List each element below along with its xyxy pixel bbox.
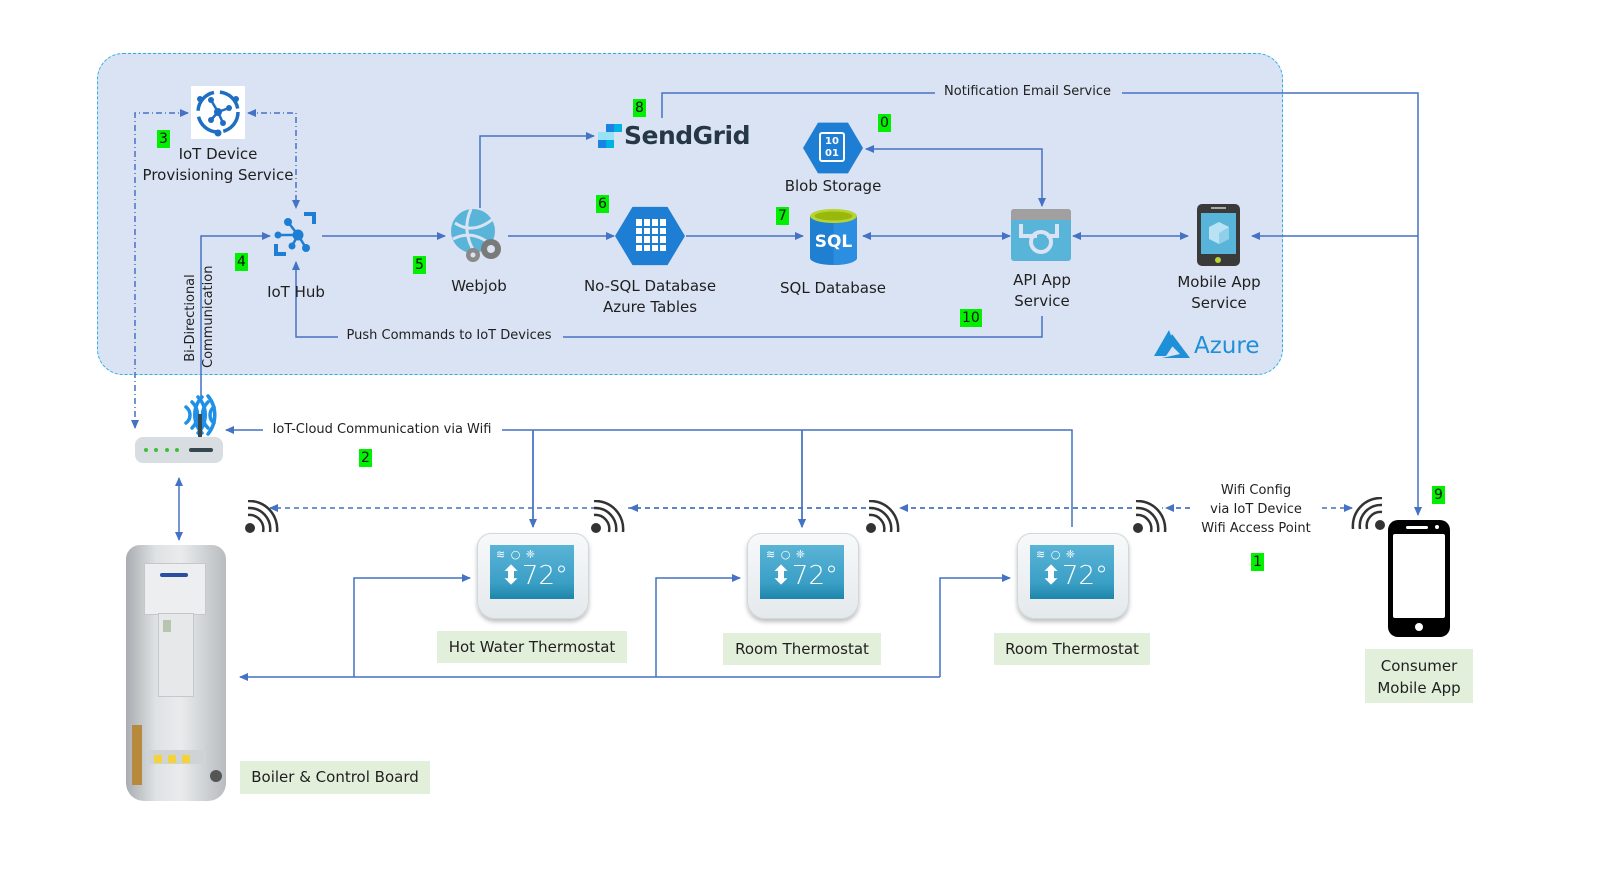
consumer-phone-icon[interactable] bbox=[1388, 520, 1450, 637]
room-thermostat-device-1[interactable]: ≋ ○ ❈ ⬍72° bbox=[747, 533, 859, 619]
mobile-app-service-label: Mobile App Service bbox=[1177, 273, 1261, 312]
wifi-config-label: Wifi Config via IoT Device Wifi Access P… bbox=[1201, 483, 1311, 536]
step-badge-9: 9 bbox=[1432, 486, 1445, 504]
sql-glyph: SQL bbox=[815, 232, 853, 252]
webjob-label: Webjob bbox=[451, 277, 507, 295]
iot-cloud-to-thermostats-line bbox=[502, 429, 1073, 527]
mobile-app-service-icon[interactable] bbox=[1197, 204, 1240, 266]
step-badge-1: 1 bbox=[1251, 553, 1264, 571]
boiler-image[interactable] bbox=[126, 545, 226, 801]
step-badge-10: 10 bbox=[960, 309, 982, 327]
dps-label: IoT Device Provisioning Service bbox=[142, 145, 294, 184]
thermostat-screen: ≋ ○ ❈ ⬍72° bbox=[760, 545, 844, 599]
push-commands-label: Push Commands to IoT Devices bbox=[346, 328, 552, 343]
iot-hub-label: IoT Hub bbox=[267, 283, 325, 301]
hot-water-thermostat-device[interactable]: ≋ ○ ❈ ⬍72° bbox=[477, 533, 589, 619]
api-app-icon[interactable] bbox=[1011, 209, 1071, 261]
sql-database-label: SQL Database bbox=[779, 279, 887, 297]
thermostat-mode-icons: ≋ ○ ❈ bbox=[1036, 548, 1077, 561]
webjob-icon[interactable] bbox=[447, 205, 509, 267]
thermostat-temperature: ⬍72° bbox=[500, 561, 568, 591]
step-badge-5: 5 bbox=[413, 256, 426, 274]
api-app-label: API App Service bbox=[1013, 271, 1071, 310]
step-badge-8: 8 bbox=[633, 99, 646, 117]
dps-icon[interactable] bbox=[191, 86, 245, 139]
wifi-signal-icon bbox=[1131, 499, 1167, 540]
iot-hub-icon[interactable] bbox=[270, 208, 322, 260]
nosql-label: No-SQL Database Azure Tables bbox=[583, 277, 717, 316]
step-badge-2: 2 bbox=[359, 449, 372, 467]
azure-brand-label: Azure bbox=[1194, 333, 1260, 359]
thermostat-temperature: ⬍72° bbox=[1040, 561, 1108, 591]
blob-file-glyph: 10 01 bbox=[819, 132, 845, 162]
room-thermostat-label-2: Room Thermostat bbox=[994, 633, 1150, 665]
notification-email-label: Notification Email Service bbox=[944, 84, 1111, 99]
wifi-signal-icon bbox=[589, 499, 625, 540]
webjob-to-sendgrid-line bbox=[479, 132, 595, 208]
blob-storage-label: Blob Storage bbox=[784, 177, 882, 195]
wifi-router-icon[interactable] bbox=[134, 394, 226, 464]
bidirectional-label: Bi-Directional Communication bbox=[183, 265, 216, 368]
room-thermostat-device-2[interactable]: ≋ ○ ❈ ⬍72° bbox=[1017, 533, 1129, 619]
boiler-label: Boiler & Control Board bbox=[240, 761, 430, 794]
consumer-mobile-app-label: Consumer Mobile App bbox=[1365, 649, 1473, 703]
room-thermostat-label-1: Room Thermostat bbox=[723, 633, 881, 665]
iot-cloud-comm-label: IoT-Cloud Communication via Wifi bbox=[272, 422, 492, 437]
sendgrid-label: SendGrid bbox=[624, 121, 750, 150]
sendgrid-logo-icon[interactable] bbox=[598, 124, 622, 148]
thermostat-mode-icons: ≋ ○ ❈ bbox=[496, 548, 537, 561]
wifi-signal-icon bbox=[864, 499, 900, 540]
thermostat-screen: ≋ ○ ❈ ⬍72° bbox=[1030, 545, 1114, 599]
azure-logo-icon bbox=[1152, 330, 1192, 362]
wifi-signal-icon bbox=[1351, 496, 1387, 537]
thermostat-temperature: ⬍72° bbox=[770, 561, 838, 591]
thermostat-mode-icons: ≋ ○ ❈ bbox=[766, 548, 807, 561]
step-badge-4: 4 bbox=[235, 253, 248, 271]
wifi-signal-icon bbox=[243, 499, 279, 540]
thermostat-screen: ≋ ○ ❈ ⬍72° bbox=[490, 545, 574, 599]
step-badge-7: 7 bbox=[776, 207, 789, 225]
table-grid-glyph bbox=[636, 219, 666, 251]
step-badge-6: 6 bbox=[596, 195, 609, 213]
hot-water-thermostat-label: Hot Water Thermostat bbox=[437, 631, 627, 663]
sql-database-icon[interactable]: SQL bbox=[810, 208, 857, 266]
step-badge-0: 0 bbox=[878, 114, 891, 132]
